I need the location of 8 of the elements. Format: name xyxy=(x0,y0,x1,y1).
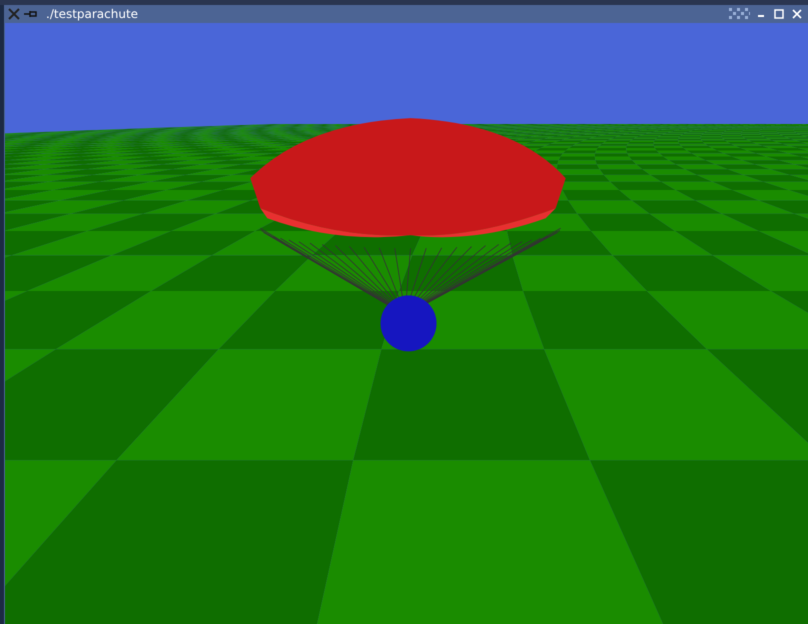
pin-icon[interactable] xyxy=(24,10,38,18)
window-title: ./testparachute xyxy=(46,7,138,21)
close-button[interactable] xyxy=(790,7,804,21)
maximize-icon xyxy=(774,9,784,19)
pattern-icon xyxy=(728,8,750,20)
maximize-button[interactable] xyxy=(772,7,786,21)
x-logo-icon xyxy=(8,8,20,20)
close-icon xyxy=(792,9,802,19)
